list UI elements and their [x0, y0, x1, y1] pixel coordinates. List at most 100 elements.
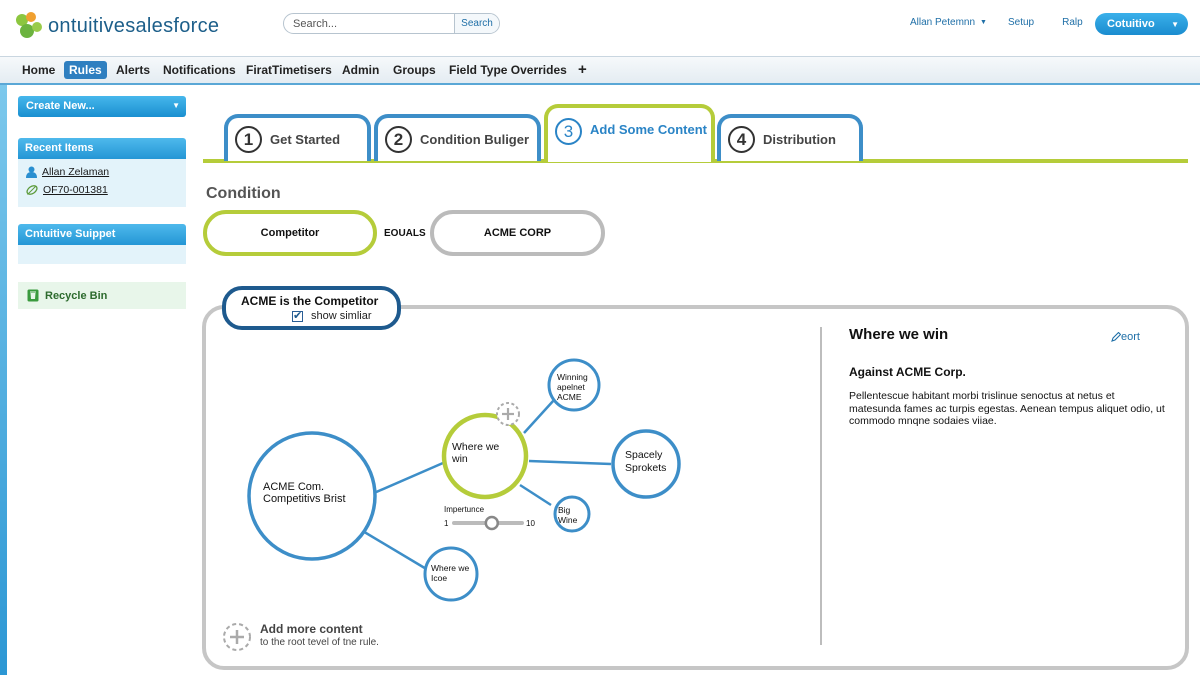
add-more-content-button[interactable]: Add more content to the root tevel of tn…: [222, 622, 379, 652]
recent-items-panel: Allan Zelaman OF70-001381: [18, 159, 186, 207]
wizard-step-add-content[interactable]: 3 Add Some Content: [544, 104, 715, 162]
detail-body: Pellentescue habitant morbi trislinue se…: [849, 390, 1165, 427]
node-label-line: Spacely: [625, 449, 663, 461]
condition-operator: EOUALS: [384, 228, 426, 239]
nav-tab-notifications[interactable]: Notifications: [163, 63, 236, 77]
node-label-line: apelnet: [557, 382, 586, 392]
recent-item-label: OF70-001381: [43, 184, 108, 196]
node-acme-competitive-brief[interactable]: ACME Com. Competitivs Brist: [247, 431, 377, 561]
nav-tab-timetisers[interactable]: FiratTimetisers: [246, 63, 332, 77]
show-similar-label: show simliar: [311, 310, 372, 322]
header-bar: ontuitivesalesforce Search Allan Petemnn…: [0, 0, 1200, 56]
add-circle-icon: [223, 623, 251, 651]
importance-min: 1: [444, 519, 449, 528]
add-more-text: Add more content to the root tevel of tn…: [260, 622, 379, 652]
nav-tab-field-type-overrides[interactable]: Field Type Overrides: [449, 63, 567, 77]
help-link[interactable]: Ralp: [1062, 17, 1083, 28]
leaf-icon: [26, 185, 38, 195]
support-header: Cntuitive Suippet: [18, 224, 186, 245]
wizard-step-distribution[interactable]: 4 Distribution: [717, 114, 863, 161]
step-number: 4: [728, 126, 755, 153]
node-spacely-sprokets[interactable]: Spacely Sprokets: [611, 429, 681, 499]
content-graph: ACME Com. Competitivs Brist Where we win…: [247, 358, 681, 602]
recycle-bin-label: Recycle Bin: [45, 289, 108, 302]
main-nav: Home Rules Alerts Notifications FiratTim…: [0, 56, 1200, 85]
condition-title: Condition: [206, 185, 281, 202]
recent-items-header: Recent Items: [18, 138, 186, 159]
nav-tab-rules[interactable]: Rules: [64, 61, 107, 79]
condition-value-pill[interactable]: ACME CORP: [430, 210, 605, 256]
detail-title: Where we win: [849, 326, 949, 343]
node-winning-against-acme[interactable]: Winning apelnet ACME: [547, 358, 601, 412]
create-new-dropdown[interactable]: Create New... ▼: [18, 96, 186, 117]
app-logo[interactable]: ontuitivesalesforce: [16, 12, 219, 40]
step-label: Get Started: [270, 132, 341, 147]
chevron-down-icon: ▼: [1171, 19, 1179, 29]
nav-tab-alerts[interactable]: Alerts: [116, 63, 150, 77]
top-links: Allan Petemnn ▼ Setup Ralp: [910, 17, 1083, 28]
nav-tab-admin[interactable]: Admin: [342, 63, 379, 77]
setup-link[interactable]: Setup: [1008, 17, 1034, 28]
step-label: Condition Buliger: [420, 132, 530, 147]
detail-subtitle: Against ACME Corp.: [849, 365, 966, 379]
support-panel: [18, 245, 186, 264]
node-big-wine[interactable]: Big Wine: [553, 495, 591, 533]
recent-item-label: Allan Zelaman: [42, 166, 110, 178]
step-number: 1: [235, 126, 262, 153]
node-label-line: Big: [558, 505, 571, 515]
importance-max: 10: [526, 519, 535, 528]
recycle-bin-link[interactable]: Recycle Bin: [18, 282, 186, 309]
chevron-down-icon: ▼: [172, 101, 180, 110]
node-label-line: Sprokets: [625, 462, 666, 474]
recycle-bin-icon: [27, 289, 39, 302]
app-switcher-button[interactable]: Cotuitivo ▼: [1095, 13, 1188, 35]
left-edge-strip: [0, 85, 7, 675]
node-label-line: Competitivs Brist: [263, 493, 346, 505]
add-child-icon[interactable]: [496, 402, 520, 426]
logo-dots-icon: [16, 12, 46, 40]
nav-tab-groups[interactable]: Groups: [393, 63, 436, 77]
wizard-step-condition-builder[interactable]: 2 Condition Buliger: [374, 114, 541, 161]
user-menu[interactable]: Allan Petemnn ▼: [910, 17, 987, 28]
step-label: Add Some Content: [590, 122, 707, 137]
logo-text: ontuitivesalesforce: [48, 14, 220, 37]
node-label-line: Where we: [431, 563, 470, 573]
edit-label: eort: [1121, 331, 1140, 343]
node-label-line: Where we: [452, 441, 499, 453]
importance-slider-thumb[interactable]: [484, 515, 500, 531]
wizard-step-get-started[interactable]: 1 Get Started: [224, 114, 371, 161]
create-new-label: Create New...: [26, 100, 95, 112]
node-label-line: Icoe: [431, 573, 447, 583]
app-switcher-label: Cotuitivo: [1107, 18, 1155, 30]
edit-link[interactable]: eort: [1111, 331, 1140, 343]
user-name: Allan Petemnn: [910, 17, 976, 28]
node-label-line: Wine: [558, 515, 578, 525]
recent-item-record[interactable]: OF70-001381: [26, 184, 108, 196]
node-label-line: ACME Com.: [263, 481, 324, 493]
node-label-line: win: [451, 453, 468, 465]
rule-title: ACME is the Competitor: [241, 294, 379, 308]
checkbox-checked-icon: [292, 309, 303, 322]
edge-center-spacely: [528, 459, 612, 466]
node-where-we-lose[interactable]: Where we Icoe: [423, 546, 479, 602]
node-label-line: ACME: [557, 392, 582, 402]
add-more-title: Add more content: [260, 622, 363, 636]
recent-item-user[interactable]: Allan Zelaman: [26, 166, 109, 178]
search-button[interactable]: Search: [454, 14, 499, 33]
nav-tab-home[interactable]: Home: [22, 63, 55, 77]
edge-center-bigwine: [519, 483, 552, 507]
chevron-down-icon: ▼: [980, 19, 987, 26]
search-input[interactable]: [284, 17, 454, 30]
add-tab-button[interactable]: +: [578, 61, 587, 78]
pencil-icon: [1111, 332, 1121, 342]
show-similar-checkbox[interactable]: show simliar: [292, 309, 372, 322]
global-search: Search: [283, 13, 500, 34]
node-label-line: Winning: [557, 372, 588, 382]
edge-center-winning: [523, 399, 555, 434]
condition-field-pill[interactable]: Competitor: [203, 210, 377, 256]
node-where-we-win[interactable]: Where we win: [441, 412, 529, 500]
edge-root-lose: [360, 528, 429, 572]
rule-label-tab: ACME is the Competitor show simliar: [222, 286, 401, 330]
step-label: Distribution: [763, 132, 836, 147]
panel-divider: [820, 327, 822, 645]
